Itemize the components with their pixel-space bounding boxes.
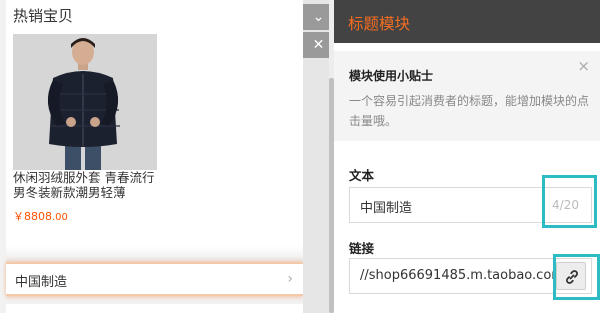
hot-products-card: 热销宝贝 休闲羽绒服外套 青春流行男冬装新款潮男轻薄 ￥8808.00 — [6, 0, 303, 246]
mobile-preview: 热销宝贝 休闲羽绒服外套 青春流行男冬装新款潮男轻薄 ￥8808.00 中国制造… — [0, 0, 303, 313]
price-integer: 8808 — [24, 210, 52, 223]
chevron-down-icon: ⌄ — [312, 9, 325, 25]
price-currency: ￥ — [13, 210, 24, 223]
product-price: ￥8808.00 — [13, 208, 68, 224]
title-module-preview[interactable]: 中国制造 › — [6, 262, 303, 296]
panel-header: 标题模块 — [334, 0, 600, 43]
link-field-label: 链接 — [349, 241, 375, 256]
panel-title: 标题模块 — [348, 15, 411, 33]
tip-title: 模块使用小贴士 — [349, 69, 434, 83]
chevron-right-icon: › — [287, 271, 293, 287]
tip-text: 一个容易引起消费者的标题，能增加模块的点击量哦。 — [349, 94, 590, 128]
tip-box: 模块使用小贴士 × 一个容易引起消费者的标题，能增加模块的点击量哦。 — [334, 51, 600, 141]
product-name[interactable]: 休闲羽绒服外套 青春流行男冬装新款潮男轻薄 — [13, 170, 163, 200]
text-input-value: 中国制造 — [360, 201, 413, 216]
section-title: 热销宝贝 — [13, 7, 74, 25]
price-decimal: .00 — [52, 212, 68, 223]
link-button-highlight — [553, 254, 600, 300]
text-field-label: 文本 — [349, 168, 375, 183]
product-image[interactable] — [13, 34, 157, 170]
card-divider — [6, 246, 303, 262]
counter-highlight — [542, 175, 597, 228]
next-module-card — [6, 304, 303, 313]
title-module-label: 中国制造 — [15, 275, 68, 290]
close-icon: ✕ — [312, 37, 325, 53]
link-input-value: //shop66691485.m.taobao.com — [360, 268, 564, 283]
tip-close-icon[interactable]: × — [577, 57, 590, 75]
